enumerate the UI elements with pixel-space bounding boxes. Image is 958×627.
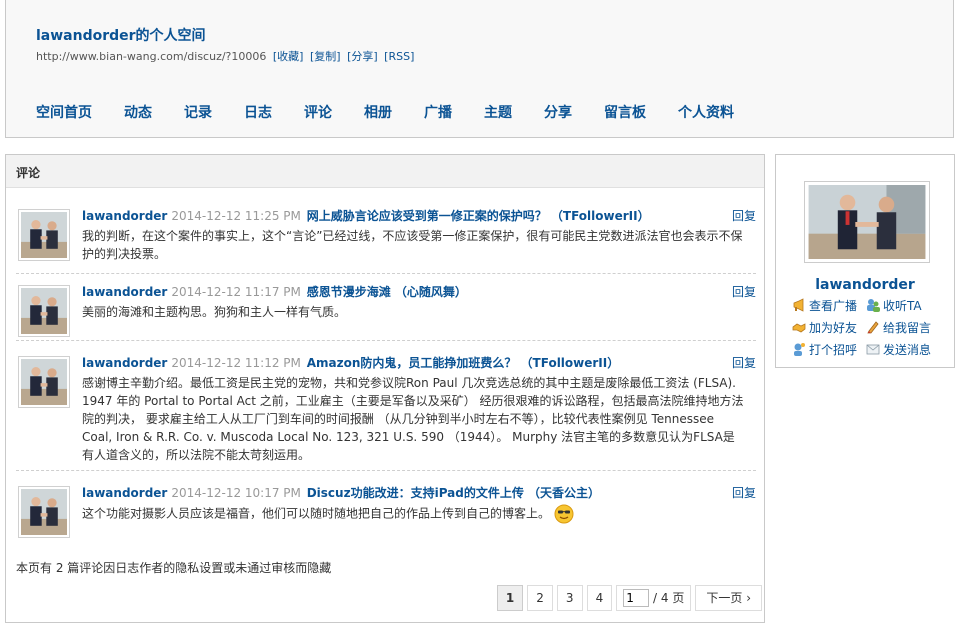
space-url-bar: http://www.bian-wang.com/discuz/?10006 [… — [36, 48, 417, 64]
comment-header: lawandorder 2014-12-12 11:25 PM 网上威胁言论应该受… — [82, 207, 650, 224]
profile-photo-icon — [808, 185, 926, 259]
page-4[interactable]: 4 — [586, 585, 613, 611]
space-header: lawandorder的个人空间 http://www.bian-wang.co… — [5, 0, 954, 138]
comment-body-wrap: 这个功能对摄影人员应该是福音，他们可以随时随地把自己的作品上传到自己的博客上。 — [82, 504, 746, 524]
comment-item: lawandorder 2014-12-12 11:12 PM Amazon防内鬼… — [16, 354, 756, 471]
avatar-photo-icon — [21, 359, 67, 405]
comment-header: lawandorder 2014-12-12 11:17 PM 感恩节漫步海滩 （… — [82, 283, 467, 300]
nav-guestbook[interactable]: 留言板 — [594, 96, 656, 128]
leave-message-link[interactable]: 给我留言 — [866, 319, 931, 336]
rss-link[interactable]: [RSS] — [384, 50, 414, 63]
nav-threads[interactable]: 主题 — [474, 96, 522, 128]
reply-link[interactable]: 回复 — [732, 354, 756, 371]
hidden-comments-note: 本页有 2 篇评论因日志作者的隐私设置或未通过审核而隐藏 — [16, 561, 332, 575]
megaphone-icon — [793, 298, 804, 312]
comment-author[interactable]: lawandorder — [82, 209, 167, 223]
nav-album[interactable]: 相册 — [354, 96, 402, 128]
greet-link[interactable]: 打个招呼 — [792, 341, 857, 358]
nav-home[interactable]: 空间首页 — [26, 96, 102, 128]
total-pages: / 4 页 — [653, 591, 685, 605]
space-title[interactable]: lawandorder的个人空间 — [36, 25, 206, 45]
avatar[interactable] — [18, 209, 70, 261]
pencil-icon — [867, 321, 879, 334]
avatar[interactable] — [18, 486, 70, 538]
handshake-icon — [792, 323, 806, 333]
add-friend-label: 加为好友 — [809, 321, 858, 335]
profile-avatar[interactable] — [804, 181, 930, 263]
page-jump-input[interactable] — [623, 589, 650, 607]
send-message-label: 发送消息 — [883, 343, 932, 357]
follow-users-icon — [867, 299, 880, 312]
nav-records[interactable]: 记录 — [174, 96, 222, 128]
next-page-label: 下一页 — [706, 591, 743, 605]
profile-name[interactable]: lawandorder — [776, 277, 954, 293]
cool-smiley-icon — [554, 504, 574, 524]
reply-link[interactable]: 回复 — [732, 484, 756, 501]
comment-body: 美丽的海滩和主题构思。狗狗和主人一样有气质。 — [82, 305, 347, 319]
avatar-photo-icon — [21, 489, 67, 535]
page-1[interactable]: 1 — [496, 585, 524, 611]
profile-sidebar: lawandorder 查看广播 收听TA 加为好友 给我留言 打个招呼 发送消… — [775, 154, 955, 368]
add-friend-link[interactable]: 加为好友 — [792, 319, 857, 336]
comment-topic-link[interactable]: 感恩节漫步海滩 （心随风舞） — [307, 285, 467, 299]
view-broadcast-label: 查看广播 — [809, 299, 858, 313]
nav-feed[interactable]: 动态 — [114, 96, 162, 128]
panel-title: 评论 — [6, 155, 764, 188]
avatar[interactable] — [18, 285, 70, 337]
favorite-link[interactable]: [收藏] — [273, 50, 304, 63]
nav-comments[interactable]: 评论 — [294, 96, 342, 128]
comment-item: lawandorder 2014-12-12 11:17 PM 感恩节漫步海滩 （… — [16, 283, 756, 341]
comment-header: lawandorder 2014-12-12 10:17 PM Discuz功能改… — [82, 484, 600, 501]
comment-author[interactable]: lawandorder — [82, 486, 167, 500]
page-3[interactable]: 3 — [556, 585, 583, 611]
follow-label: 收听TA — [883, 299, 922, 313]
share-link[interactable]: [分享] — [347, 50, 378, 63]
comment-item: lawandorder 2014-12-12 11:25 PM 网上威胁言论应该受… — [16, 207, 756, 274]
comments-panel: 评论 lawandorder 2014-12-12 11:25 PM 网上威胁言论… — [5, 154, 765, 623]
comment-body: 感谢博主辛勤介绍。最低工资是民主党的宠物，共和党参议院Ron Paul 几次竞选… — [82, 376, 744, 462]
nav-profile[interactable]: 个人资料 — [668, 96, 744, 128]
avatar-photo-icon — [21, 288, 67, 334]
greet-label: 打个招呼 — [809, 343, 858, 357]
comment-author[interactable]: lawandorder — [82, 285, 167, 299]
comment-header: lawandorder 2014-12-12 11:12 PM Amazon防内鬼… — [82, 354, 619, 371]
page-2[interactable]: 2 — [527, 585, 553, 611]
avatar[interactable] — [18, 356, 70, 408]
nav-broadcast[interactable]: 广播 — [414, 96, 462, 128]
view-broadcast-link[interactable]: 查看广播 — [792, 297, 857, 314]
greet-user-icon — [794, 343, 805, 356]
space-nav: 空间首页 动态 记录 日志 评论 相册 广播 主题 分享 留言板 个人资料 — [26, 96, 756, 128]
comment-topic-link[interactable]: 网上威胁言论应该受到第一修正案的保护吗？ （TFollowerII） — [307, 209, 650, 223]
comment-time: 2014-12-12 10:17 PM — [171, 486, 301, 500]
space-url[interactable]: http://www.bian-wang.com/discuz/?10006 — [36, 50, 266, 63]
comment-item: lawandorder 2014-12-12 10:17 PM Discuz功能改… — [16, 484, 756, 544]
page-jump: / 4 页 — [616, 585, 692, 611]
reply-link[interactable]: 回复 — [732, 283, 756, 300]
next-page-button[interactable]: 下一页 › — [695, 585, 762, 611]
comment-topic-link[interactable]: Discuz功能改进：支持iPad的文件上传 （天香公主） — [307, 486, 600, 500]
avatar-photo-icon — [21, 212, 67, 258]
pagination: 1234 / 4 页下一页 › — [493, 585, 762, 611]
follow-link[interactable]: 收听TA — [866, 297, 922, 314]
copy-link[interactable]: [复制] — [310, 50, 341, 63]
comment-topic-link[interactable]: Amazon防内鬼，员工能挣加班费么？ （TFollowerII） — [307, 356, 620, 370]
nav-share[interactable]: 分享 — [534, 96, 582, 128]
comment-time: 2014-12-12 11:17 PM — [171, 285, 301, 299]
comment-author[interactable]: lawandorder — [82, 356, 167, 370]
comment-body: 我的判断，在这个案件的事实上，这个“言论”已经过线，不应该受第一修正案保护，很有… — [82, 229, 743, 261]
leave-message-label: 给我留言 — [883, 321, 932, 335]
reply-link[interactable]: 回复 — [732, 207, 756, 224]
envelope-icon — [866, 344, 880, 355]
chevron-right-icon: › — [746, 591, 751, 605]
send-message-link[interactable]: 发送消息 — [866, 341, 931, 358]
nav-blog[interactable]: 日志 — [234, 96, 282, 128]
comment-body: 这个功能对摄影人员应该是福音，他们可以随时随地把自己的作品上传到自己的博客上。 — [82, 506, 551, 521]
comment-time: 2014-12-12 11:25 PM — [171, 209, 301, 223]
comment-time: 2014-12-12 11:12 PM — [171, 356, 301, 370]
